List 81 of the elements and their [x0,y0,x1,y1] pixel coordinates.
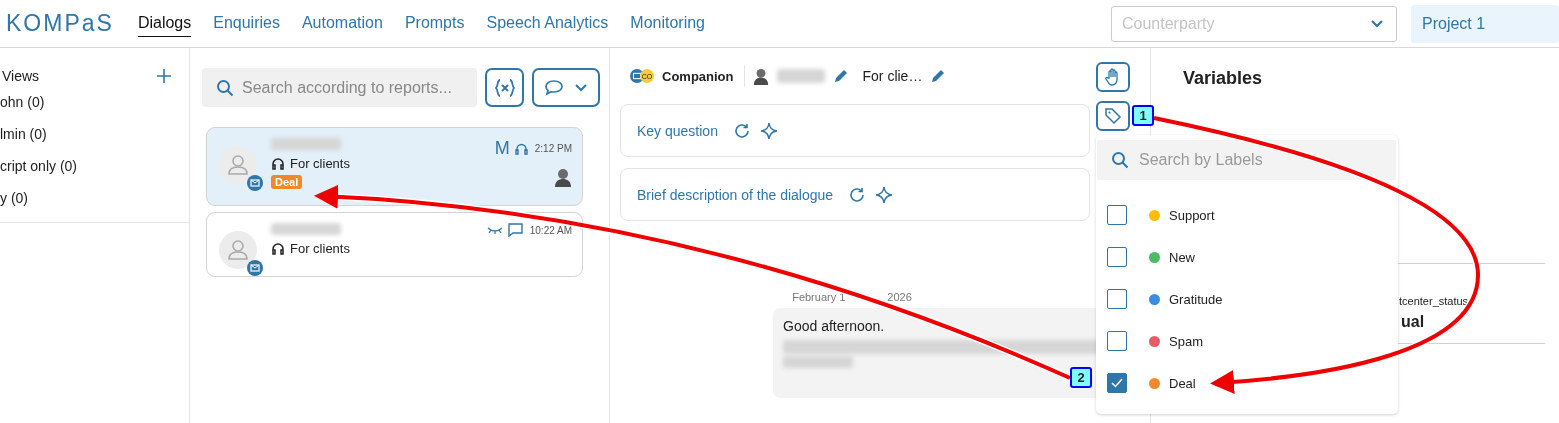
tag: Deal [271,175,303,189]
avatar-icon [219,146,257,184]
check-icon [1110,377,1124,389]
label-search-field[interactable]: Search by Labels [1139,145,1396,175]
nav-tab[interactable]: Enquiries [213,10,280,37]
logo: KOMPaS [6,10,114,37]
view-item[interactable]: cript only (0) [0,150,189,182]
dialog-card[interactable]: For clients 10:22 AM [206,212,583,277]
clear-filter-button[interactable] [485,68,524,107]
nav-tab[interactable]: Automation [301,10,383,37]
topic-text: For clients [290,156,350,171]
headset-icon [271,156,285,171]
chevron-icon [1370,18,1384,29]
avatar-icon [219,231,257,269]
label-name: Spam [1169,333,1203,349]
label-name: Support [1169,207,1215,223]
summary-title: Key question [637,122,718,139]
refresh-icon[interactable] [733,122,750,139]
view-item[interactable]: lmin (0) [0,118,189,150]
blurred-name [271,223,341,235]
headset-icon [271,241,285,256]
label-checkbox[interactable] [1107,247,1127,267]
channel-filter-button[interactable] [532,68,600,107]
view-item[interactable]: ohn (0) [0,86,189,118]
label-name: New [1169,249,1195,265]
variable-value: ual [1401,313,1425,331]
variable-icon [494,77,515,98]
search-field[interactable]: Search according to reports... [242,72,477,103]
summary-title: Brief description of the dialogue [637,186,834,203]
nav-tab[interactable]: Prompts [404,10,465,37]
status-letter: M [494,138,510,159]
hand-button[interactable] [1096,62,1130,92]
chat-icon [544,78,564,97]
label-checkbox[interactable] [1107,205,1127,225]
mail-icon [247,260,263,276]
edit-icon[interactable] [930,68,947,84]
variable-name: tcenter_status [1399,295,1469,307]
blurred-name [776,69,825,83]
label-search-box[interactable]: Search by Labels [1097,140,1396,180]
view-item[interactable]: y (0) [0,182,189,214]
hand-icon [1105,68,1121,86]
mail-icon [247,175,263,191]
edit-icon[interactable] [832,68,849,84]
sparkle-icon[interactable] [759,121,778,140]
topic-text: For clients [290,241,350,256]
date-text: 2026 [887,291,912,303]
agent-avatar-icon [554,167,572,187]
search-icon [1111,151,1129,169]
label-checkbox[interactable] [1107,331,1127,351]
blurred-text [783,356,853,368]
add-icon[interactable] [157,69,171,83]
sparkle-icon[interactable] [875,185,894,204]
blurred-name [271,138,341,150]
label-button[interactable] [1096,101,1130,131]
dialog-time: 10:22 AM [529,224,572,236]
dialog-time: 2:12 PM [534,143,572,154]
nav-tab[interactable]: Speech Analytics [486,10,609,37]
chat-icon [507,223,523,237]
tag-icon [1104,107,1122,125]
project-selector[interactable]: Project 1 [1411,4,1559,43]
variables-title: Variables [1183,68,1264,89]
label-name: Gratitude [1169,291,1223,307]
callout-number: 2 [1070,367,1092,388]
nav-tab[interactable]: Monitoring [630,10,705,37]
agent-avatar-icon [752,67,769,85]
views-heading: Views [2,68,40,84]
label-checkbox[interactable] [1107,373,1127,393]
search-icon [216,78,234,97]
headset-icon [514,141,528,156]
refresh-icon[interactable] [849,186,866,203]
nav-tab[interactable]: Dialogs [137,10,192,37]
label-name: Deal [1169,375,1196,391]
chevron-icon [574,82,588,93]
search-box[interactable]: Search according to reports... [202,68,477,107]
message-text: Good afternoon. [783,318,886,334]
dialog-card[interactable]: For clients Deal M 2:12 PM [206,127,583,206]
callout-number: 1 [1132,105,1154,126]
contact-name: Companion [662,68,734,84]
closed-eye-icon [486,225,503,235]
label-checkbox[interactable] [1107,289,1127,309]
topic-text: For clie… [862,68,923,84]
